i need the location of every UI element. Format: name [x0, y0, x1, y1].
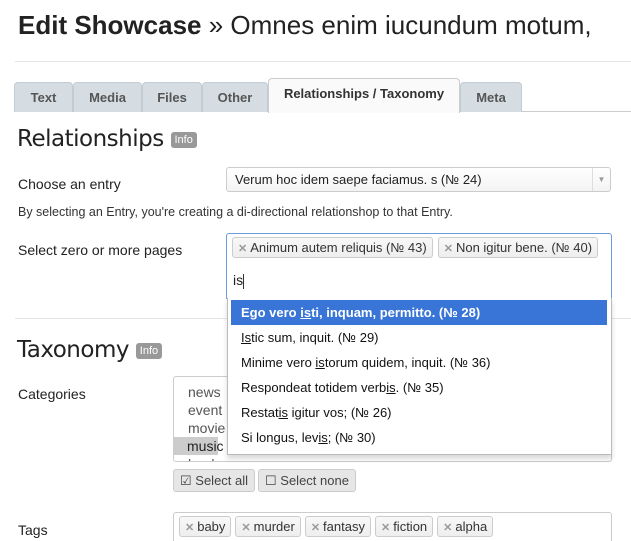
- remove-icon[interactable]: ✕: [443, 522, 452, 534]
- option-match: is: [386, 380, 396, 395]
- tab-text[interactable]: Text: [14, 82, 73, 112]
- text-caret: [243, 273, 245, 289]
- option-text: torum quidem, inquit. (№ 36): [324, 355, 491, 370]
- remove-icon[interactable]: ✕: [241, 522, 250, 534]
- title-bold: Edit Showcase: [18, 10, 202, 40]
- categories-label: Categories: [18, 386, 86, 402]
- option-match: Is: [241, 330, 252, 345]
- relationships-heading: Relationships Info: [17, 126, 197, 152]
- option-match: is: [278, 405, 288, 420]
- tag-label: fantasy: [323, 519, 365, 534]
- option-text: igitur vos; (№ 26): [287, 405, 392, 420]
- tags-input[interactable]: ✕ baby ✕ murder ✕ fantasy ✕ fiction ✕ alpha: [173, 512, 612, 541]
- entry-value: Verum hoc idem saepe faciamus. s (№ 24): [235, 172, 482, 187]
- option-text: Si longus, lev: [241, 430, 319, 445]
- option-text: ; (№ 30): [327, 430, 376, 445]
- option-text: Respondeat totidem verb: [241, 380, 387, 395]
- title-rest: » Omnes enim iucundum motum,: [201, 10, 592, 40]
- tag-label: alpha: [455, 519, 488, 534]
- info-badge[interactable]: Info: [135, 342, 163, 359]
- dropdown-option[interactable]: Si longus, levis; (№ 30): [231, 425, 607, 450]
- select-all-button[interactable]: ☑ Select all: [173, 469, 256, 492]
- remove-icon[interactable]: ✕: [238, 243, 247, 255]
- chip-label: Non igitur bene. (№ 40): [455, 240, 593, 255]
- option-text: ti, inquam, permitto. (№ 28): [311, 305, 481, 320]
- selected-page-chip: ✕ Animum autem reliquis (№ 43): [232, 237, 433, 258]
- dropdown-option[interactable]: Istic sum, inquit. (№ 29): [231, 325, 607, 350]
- pages-dropdown: Ego vero isti, inquam, permitto. (№ 28) …: [227, 298, 612, 455]
- remove-icon[interactable]: ✕: [185, 522, 194, 534]
- category-option[interactable]: book: [174, 455, 611, 461]
- heading-text: Relationships: [17, 126, 164, 152]
- tag-label: fiction: [393, 519, 428, 534]
- tab-meta[interactable]: Meta: [460, 82, 522, 112]
- heading-text: Taxonomy: [17, 337, 129, 363]
- dropdown-option[interactable]: Restatis igitur vos; (№ 26): [231, 400, 607, 425]
- button-label: Select none: [280, 473, 349, 488]
- chevron-down-icon[interactable]: ▼: [592, 168, 610, 191]
- tag-label: baby: [197, 519, 226, 534]
- tags-label: Tags: [18, 522, 48, 538]
- entry-label: Choose an entry: [18, 176, 121, 192]
- tab-other[interactable]: Other: [202, 82, 268, 112]
- option-match: is: [315, 355, 325, 370]
- pages-search-input[interactable]: is: [233, 272, 245, 289]
- tab-relationships-taxonomy[interactable]: Relationships / Taxonomy: [268, 78, 460, 113]
- option-text: . (№ 35): [395, 380, 444, 395]
- entry-select[interactable]: Verum hoc idem saepe faciamus. s (№ 24) ▼: [226, 167, 611, 192]
- tag-chip: ✕ fiction: [374, 516, 434, 537]
- tab-media[interactable]: Media: [73, 82, 142, 112]
- tag-chip: ✕ fantasy: [304, 516, 371, 537]
- dropdown-option[interactable]: Respondeat totidem verbis. (№ 35): [231, 375, 607, 400]
- pages-label: Select zero or more pages: [18, 242, 183, 258]
- checkbox-empty-icon: ☐: [265, 473, 277, 488]
- dropdown-option[interactable]: Minime vero istorum quidem, inquit. (№ 3…: [231, 350, 607, 375]
- option-match: is: [300, 305, 312, 320]
- button-label: Select all: [195, 473, 249, 488]
- tab-bar: Text Media Files Other Relationships / T…: [14, 78, 631, 113]
- option-match: is: [318, 430, 328, 445]
- option-text: Ego vero: [241, 305, 301, 320]
- help-text: By selecting an Entry, you're creating a…: [18, 205, 453, 219]
- tag-chip: ✕ murder: [235, 516, 301, 537]
- remove-icon[interactable]: ✕: [311, 522, 320, 534]
- tag-chip: ✕ baby: [179, 516, 232, 537]
- option-text: Restat: [241, 405, 279, 420]
- category-option-selected[interactable]: music: [174, 437, 224, 455]
- remove-icon[interactable]: ✕: [381, 522, 390, 534]
- selected-page-chip: ✕ Non igitur bene. (№ 40): [437, 237, 599, 258]
- taxonomy-heading: Taxonomy Info: [17, 337, 163, 363]
- divider: [15, 61, 631, 62]
- chip-label: Animum autem reliquis (№ 43): [250, 240, 427, 255]
- info-badge[interactable]: Info: [170, 131, 197, 148]
- option-text: Minime vero: [241, 355, 316, 370]
- page-title: Edit Showcase » Omnes enim iucundum motu…: [18, 10, 592, 41]
- select-none-button[interactable]: ☐ Select none: [258, 469, 356, 492]
- pages-multiselect[interactable]: ✕ Animum autem reliquis (№ 43) ✕ Non igitur…: [226, 233, 612, 299]
- tag-label: murder: [253, 519, 295, 534]
- tab-files[interactable]: Files: [142, 82, 202, 112]
- option-text: tic sum, inquit. (№ 29): [251, 330, 379, 345]
- remove-icon[interactable]: ✕: [444, 243, 453, 255]
- checkbox-checked-icon: ☑: [180, 473, 192, 488]
- search-text: is: [233, 272, 244, 288]
- dropdown-option-highlighted[interactable]: Ego vero isti, inquam, permitto. (№ 28): [231, 300, 607, 325]
- tag-chip: ✕ alpha: [437, 516, 494, 537]
